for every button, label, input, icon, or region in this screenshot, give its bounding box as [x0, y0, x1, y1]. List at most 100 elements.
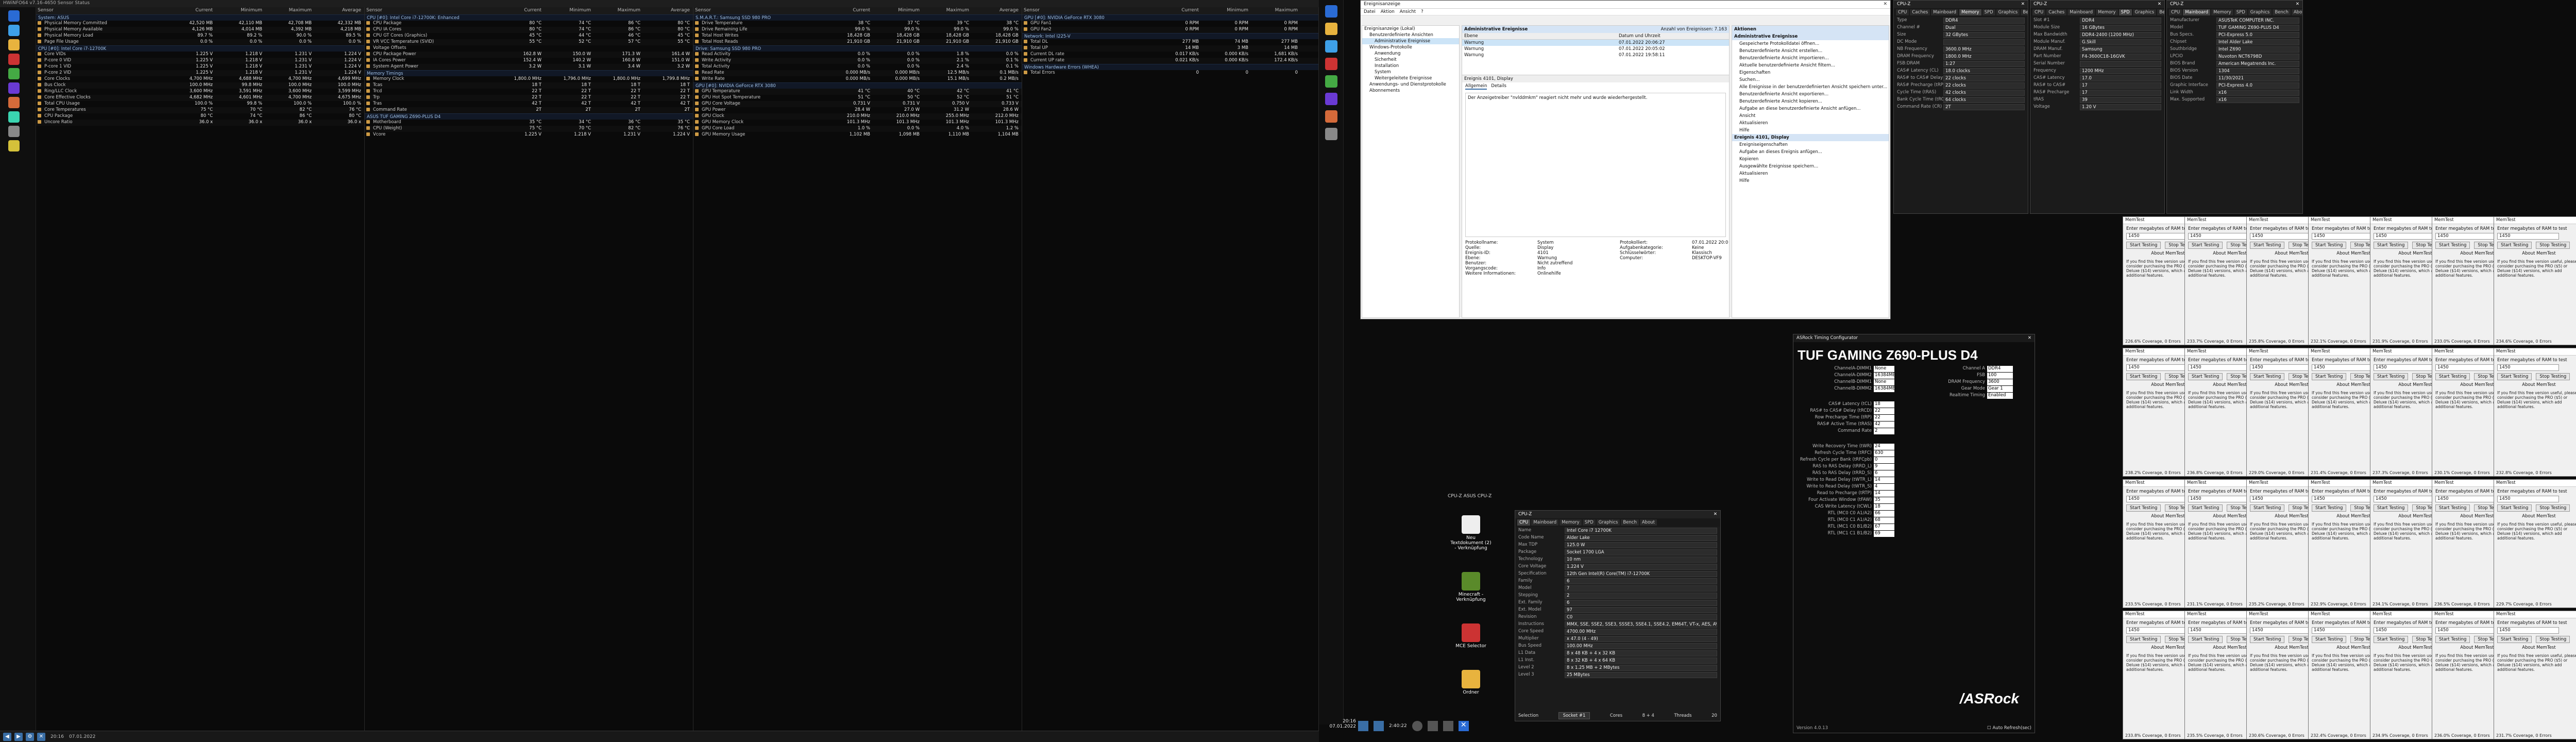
cpuz-tab[interactable]: Caches: [1910, 9, 1930, 15]
timing-value[interactable]: 100: [1987, 373, 2013, 379]
sensor-row[interactable]: CPU (Weight) 75 °C 70 °C 82 °C 76 °C: [365, 126, 693, 132]
sensor-group[interactable]: Windows Hardware Errors (WHEA): [1022, 64, 1318, 70]
tray-icon[interactable]: [1358, 721, 1368, 731]
ram-input[interactable]: 1450: [2250, 233, 2312, 240]
sensor-row[interactable]: GPU Clock 210.0 MHz 210.0 MHz 255.0 MHz 212.…: [693, 113, 1022, 120]
sensor-row[interactable]: Total UP14 MB3 MB14 MB9 MB: [1022, 45, 1318, 52]
timing-value[interactable]: 4: [1874, 484, 1894, 490]
tree-item[interactable]: Administrative Ereignisse: [1362, 38, 1459, 44]
start-button[interactable]: Start Testing: [2435, 373, 2470, 380]
ram-input[interactable]: 1450: [2312, 496, 2374, 502]
stop-button[interactable]: Stop Testing: [2536, 504, 2570, 512]
stop-button[interactable]: Stop Testing: [2536, 373, 2570, 380]
column-sensor[interactable]: Sensor: [365, 7, 494, 14]
table-row[interactable]: Warnung 07.01.2022 20:05:02: [1462, 46, 1729, 52]
sensor-group[interactable]: S.M.A.R.T.: Samsung SSD 980 PRO: [693, 14, 1022, 21]
cpuz-tab[interactable]: CPU: [2169, 9, 2182, 15]
sensor-row[interactable]: Write Rate 0.000 MB/s 0.000 MB/s 15.1 MB/s 0…: [693, 76, 1022, 82]
clock-icon[interactable]: [1412, 721, 1422, 731]
action-item[interactable]: Kopieren: [1732, 156, 1889, 163]
sensor-row[interactable]: Current DL rate 0.017 KB/s 0.000 KB/s 1,681…: [1022, 52, 1318, 58]
cpuz-tab[interactable]: SPD: [2234, 9, 2247, 15]
start-button[interactable]: Start Testing: [2126, 373, 2161, 380]
timing-value[interactable]: 24: [1874, 444, 1894, 450]
timing-value[interactable]: 35: [1874, 497, 1894, 503]
start-button[interactable]: Start Testing: [2250, 636, 2285, 643]
cpuz-tab[interactable]: CPU: [1517, 519, 1531, 526]
action-item[interactable]: Benutzerdefinierte Ansicht erstellen...: [1732, 47, 1889, 55]
column-maximum[interactable]: Maximum: [264, 7, 313, 14]
start-button[interactable]: Start Testing: [2374, 242, 2409, 249]
sensor-row[interactable]: GPU Core Load 1.0 % 0.0 % 4.0 % 1.2 %: [693, 126, 1022, 132]
action-item[interactable]: Eigenschaften: [1732, 69, 1889, 76]
ram-input[interactable]: 1450: [2374, 496, 2435, 502]
ram-input[interactable]: 1450: [2435, 233, 2497, 240]
sensor-row[interactable]: Drive Remaining Life 99.0 % 99.0 % 99.0 % 99…: [693, 27, 1022, 33]
ram-input[interactable]: 1450: [2250, 627, 2312, 634]
timing-value[interactable]: None: [1874, 379, 1894, 385]
sensor-group[interactable]: System: ASUS: [36, 14, 364, 21]
sensor-row[interactable]: Trp 22 T 22 T 22 T 22 T: [365, 95, 693, 101]
explorer-icon[interactable]: [1325, 23, 1337, 35]
app-icon[interactable]: [1325, 75, 1337, 88]
start-button[interactable]: Start Testing: [2374, 636, 2409, 643]
timing-value[interactable]: Enabled: [1987, 393, 2013, 399]
column-minimum[interactable]: Minimum: [1200, 7, 1250, 14]
column-sensor[interactable]: Sensor: [36, 7, 165, 14]
cpuz-tab[interactable]: Bench: [2273, 9, 2291, 15]
column-minimum[interactable]: Minimum: [872, 7, 921, 14]
menu-item[interactable]: Ansicht: [1400, 9, 1416, 14]
detail-tab[interactable]: Allgemein: [1465, 83, 1487, 90]
column-average[interactable]: Average: [642, 7, 691, 14]
tree-item[interactable]: Ereignisanzeige (Lokal): [1362, 26, 1459, 32]
start-button[interactable]: Start Testing: [2435, 636, 2470, 643]
app-icon[interactable]: [1325, 93, 1337, 105]
column-maximum[interactable]: Maximum: [592, 7, 642, 14]
action-item[interactable]: Alle Ereignisse in der benutzerdefiniert…: [1732, 83, 1889, 91]
timing-value[interactable]: 66: [1874, 511, 1894, 517]
ram-input[interactable]: 1450: [2188, 496, 2250, 502]
column-maximum[interactable]: Maximum: [1250, 7, 1299, 14]
action-item[interactable]: Aufgabe an diese benutzerdefinierte Ansi…: [1732, 105, 1889, 112]
sensor-row[interactable]: P-core 2 VID 1.225 V 1.218 V 1.231 V 1.224 V: [36, 70, 364, 76]
sensor-row[interactable]: Uncore Ratio 36.0 x 36.0 x 36.0 x 36.0 x: [36, 120, 364, 126]
start-button[interactable]: Start Testing: [2188, 373, 2223, 380]
sensor-group[interactable]: Memory Timings: [365, 70, 693, 76]
sensor-row[interactable]: System Agent Power 3.2 W 3.1 W 3.4 W 3.2 W: [365, 64, 693, 70]
column-maximum[interactable]: Maximum: [921, 7, 971, 14]
cpuz-tab[interactable]: Mainboard: [1531, 519, 1559, 526]
tree-item[interactable]: Abonnements: [1362, 88, 1459, 94]
sensor-group[interactable]: Drive: Samsung SSD 980 PRO: [693, 45, 1022, 52]
sensor-row[interactable]: IA Cores Power 152.4 W 140.2 W 160.8 W 151.0…: [365, 58, 693, 64]
sensor-row[interactable]: Total DL277 MB74 MB277 MB176 MB: [1022, 39, 1318, 45]
action-item[interactable]: Suchen...: [1732, 76, 1889, 83]
ram-input[interactable]: 1450: [2497, 364, 2559, 371]
timing-value[interactable]: 9: [1874, 464, 1894, 470]
sensor-row[interactable]: P-core 0 VID 1.225 V 1.218 V 1.231 V 1.224 V: [36, 58, 364, 64]
timing-value[interactable]: 6: [1874, 470, 1894, 477]
sensor-row[interactable]: Bus Clock 100.0 MHz 99.8 MHz 100.0 MHz 100.0…: [36, 82, 364, 89]
start-icon[interactable]: [8, 10, 20, 22]
sensor-row[interactable]: Trcd 22 T 22 T 22 T 22 T: [365, 89, 693, 95]
action-item[interactable]: Aktualisieren: [1732, 120, 1889, 127]
menu-item[interactable]: Aktion: [1381, 9, 1395, 14]
start-button[interactable]: Start Testing: [2126, 636, 2161, 643]
action-item[interactable]: Benutzerdefinierte Ansicht kopieren...: [1732, 98, 1889, 105]
ram-input[interactable]: 1450: [2126, 364, 2188, 371]
sensor-row[interactable]: Read Activity 0.0 % 0.0 % 1.8 % 0.0 %: [693, 52, 1022, 58]
app-icon[interactable]: [8, 68, 20, 79]
about-link[interactable]: About MemTest: [2497, 251, 2576, 256]
close-icon[interactable]: ✕: [2021, 2, 2025, 7]
sensor-row[interactable]: Total CPU Usage 100.0 % 99.8 % 100.0 % 100.0…: [36, 101, 364, 107]
auto-refresh-toggle[interactable]: ☐ Auto Refresh(sec): [1987, 726, 2031, 731]
cpuz-tab[interactable]: Memory: [1959, 9, 1981, 15]
column-current[interactable]: Current: [1151, 7, 1200, 14]
cpuz-tab[interactable]: Graphics: [2248, 9, 2272, 15]
desktop-icon[interactable]: Ordner: [1450, 670, 1492, 695]
sensor-row[interactable]: CPU IA Cores 80 °C 74 °C 86 °C 80 °C: [365, 27, 693, 33]
sensor-row[interactable]: P-core 1 VID 1.225 V 1.218 V 1.231 V 1.224 V: [36, 64, 364, 70]
start-button[interactable]: Start Testing: [2250, 504, 2285, 512]
app-icon[interactable]: [8, 126, 20, 137]
start-icon[interactable]: [1325, 5, 1337, 18]
cpuz-tab[interactable]: Mainboard: [1931, 9, 1959, 15]
